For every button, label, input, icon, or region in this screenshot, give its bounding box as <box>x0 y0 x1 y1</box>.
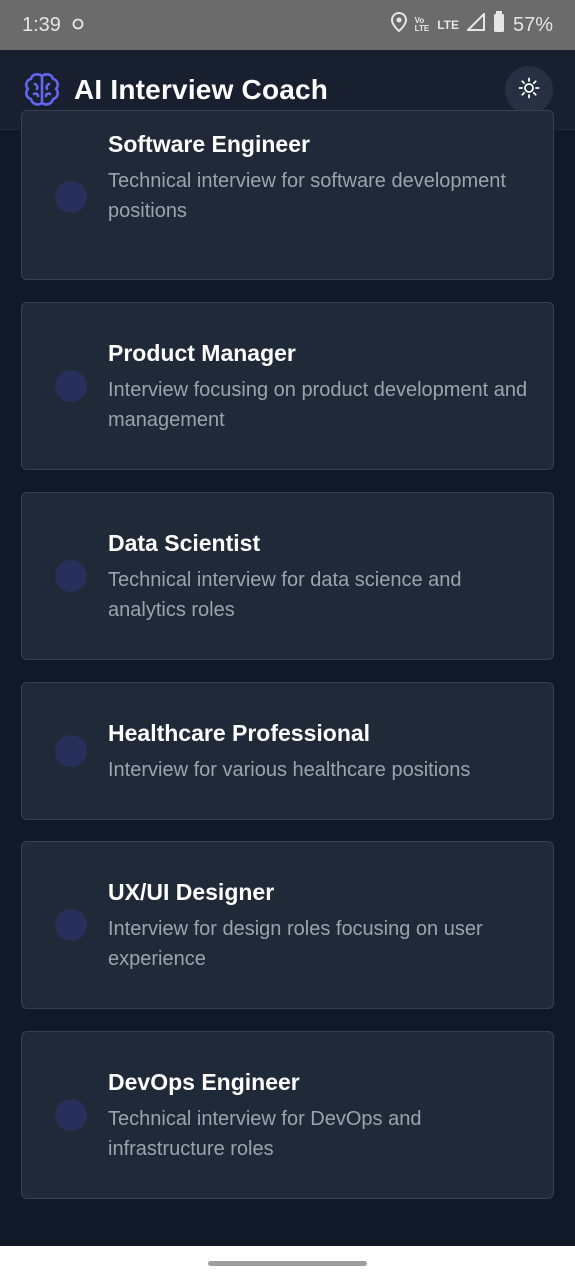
interview-card-data-scientist[interactable]: Data Scientist Technical interview for d… <box>21 492 554 660</box>
app-title: AI Interview Coach <box>74 73 329 105</box>
interview-card-ux-ui-designer[interactable]: UX/UI Designer Interview for design role… <box>21 841 554 1009</box>
theme-toggle-button[interactable] <box>505 66 553 114</box>
interview-icon <box>55 181 87 213</box>
interview-card-devops-engineer[interactable]: DevOps Engineer Technical interview for … <box>21 1031 554 1199</box>
interview-title: Data Scientist <box>108 530 261 556</box>
brain-icon <box>22 70 62 110</box>
interview-title: Healthcare Professional <box>108 720 371 746</box>
interview-icon <box>55 560 87 592</box>
interview-description: Interview for various healthcare positio… <box>108 759 471 781</box>
interview-description: Technical interview for software develop… <box>108 170 506 222</box>
interview-icon <box>55 370 87 402</box>
interview-icon <box>55 909 87 941</box>
status-time: 1:39 <box>22 13 61 36</box>
status-left: 1:39 <box>22 14 85 37</box>
lte-label: LTE <box>437 18 459 32</box>
interview-description: Interview for design roles focusing on u… <box>108 918 483 970</box>
interview-card-product-manager[interactable]: Product Manager Interview focusing on pr… <box>21 302 554 470</box>
status-bar: 1:39 Vo LTE LTE 57% <box>0 0 575 50</box>
volte-indicator: Vo LTE <box>415 17 430 33</box>
interview-icon <box>55 1099 87 1131</box>
sun-icon <box>518 77 540 104</box>
system-nav-bar <box>0 1246 575 1280</box>
signal-icon <box>465 11 485 37</box>
battery-icon <box>493 11 505 39</box>
interview-title: DevOps Engineer <box>108 1069 300 1095</box>
interview-card-software-engineer[interactable]: Software Engineer Technical interview fo… <box>21 110 554 280</box>
interview-title: UX/UI Designer <box>108 879 275 905</box>
interview-title: Software Engineer <box>108 131 310 157</box>
volte-bottom-label: LTE <box>414 24 430 33</box>
interview-description: Interview focusing on product developmen… <box>108 379 528 431</box>
interview-icon <box>55 735 87 767</box>
battery-percent: 57% <box>512 13 553 36</box>
location-icon <box>390 11 407 38</box>
interview-title: Product Manager <box>108 340 296 366</box>
interview-description: Technical interview for data science and… <box>108 569 462 621</box>
interview-card-healthcare-professional[interactable]: Healthcare Professional Interview for va… <box>21 682 554 820</box>
sync-icon <box>71 14 85 37</box>
status-right: Vo LTE LTE 57% <box>390 11 553 39</box>
interview-description: Technical interview for DevOps and infra… <box>108 1108 422 1160</box>
home-gesture-handle[interactable] <box>208 1261 367 1266</box>
